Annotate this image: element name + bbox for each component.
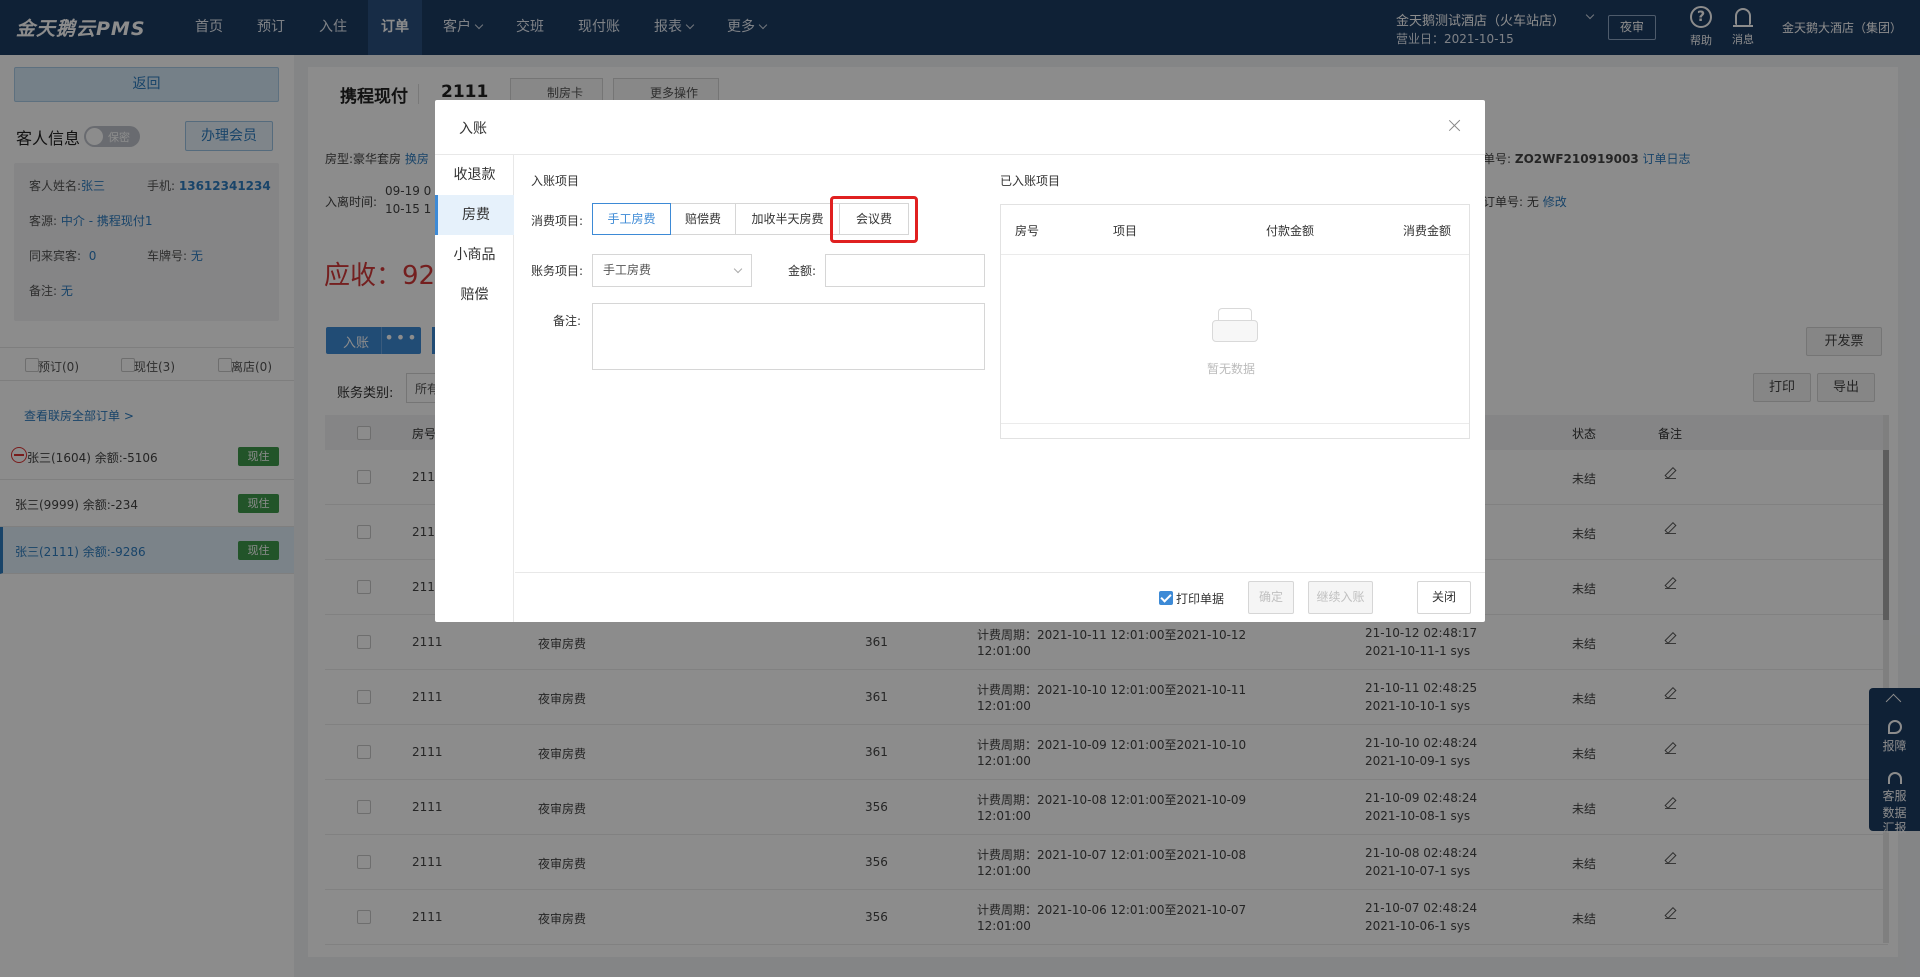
post-charge-dialog: 入账 收退款 房费 小商品 赔偿 入账项目 消费项目: 手工房费 赔偿费 加收半… <box>435 100 1485 622</box>
posted-items-title: 已入账项目 <box>1000 174 1061 188</box>
consume-item-label: 消费项目: <box>531 214 584 228</box>
continue-posting-button[interactable]: 继续入账 <box>1308 581 1373 614</box>
dialog-header: 入账 <box>435 100 1485 155</box>
consume-option-half-day[interactable]: 加收半天房费 <box>735 203 840 235</box>
tab-goods[interactable]: 小商品 <box>435 235 514 275</box>
remark-label: 备注: <box>553 314 582 328</box>
section-title-post-items: 入账项目 <box>531 174 580 188</box>
posted-table-header: 房号 项目 付款金额 消费金额 <box>1001 205 1469 255</box>
table-footer-line <box>1001 423 1469 424</box>
account-item-label: 账务项目: <box>531 264 584 278</box>
consume-option-manual-room-fee[interactable]: 手工房费 <box>592 203 671 235</box>
column-header-item: 项目 <box>1113 224 1138 238</box>
dialog-side-tabs: 收退款 房费 小商品 赔偿 <box>435 155 514 622</box>
tab-room-charge[interactable]: 房费 <box>435 195 514 235</box>
consume-option-compensation[interactable]: 赔偿费 <box>670 203 736 235</box>
account-item-select[interactable]: 手工房费 <box>592 254 752 287</box>
column-header-room: 房号 <box>1015 224 1040 238</box>
chevron-down-icon <box>733 264 743 274</box>
remark-textarea[interactable] <box>592 303 985 370</box>
column-header-payment: 付款金额 <box>1266 224 1315 238</box>
highlight-annotation <box>830 196 918 243</box>
empty-inbox-icon <box>1210 308 1260 342</box>
tab-compensation[interactable]: 赔偿 <box>435 275 514 315</box>
close-dialog-button[interactable]: 关闭 <box>1417 581 1471 614</box>
column-header-consumption: 消费金额 <box>1403 224 1452 238</box>
posted-items-table: 房号 项目 付款金额 消费金额 暂无数据 <box>1000 204 1470 439</box>
print-receipt-checkbox[interactable] <box>1159 591 1173 605</box>
tab-refund[interactable]: 收退款 <box>435 155 514 195</box>
inbox-icon-tray <box>1212 320 1258 342</box>
close-icon[interactable] <box>1447 118 1463 134</box>
account-item-value: 手工房费 <box>603 263 652 277</box>
empty-state-text: 暂无数据 <box>1207 362 1256 376</box>
dialog-title: 入账 <box>459 121 487 137</box>
amount-input[interactable] <box>825 254 985 287</box>
dialog-footer-divider <box>515 572 1485 573</box>
print-receipt-label[interactable]: 打印单据 <box>1176 590 1224 607</box>
confirm-button[interactable]: 确定 <box>1248 581 1294 614</box>
amount-label: 金额: <box>788 264 817 278</box>
